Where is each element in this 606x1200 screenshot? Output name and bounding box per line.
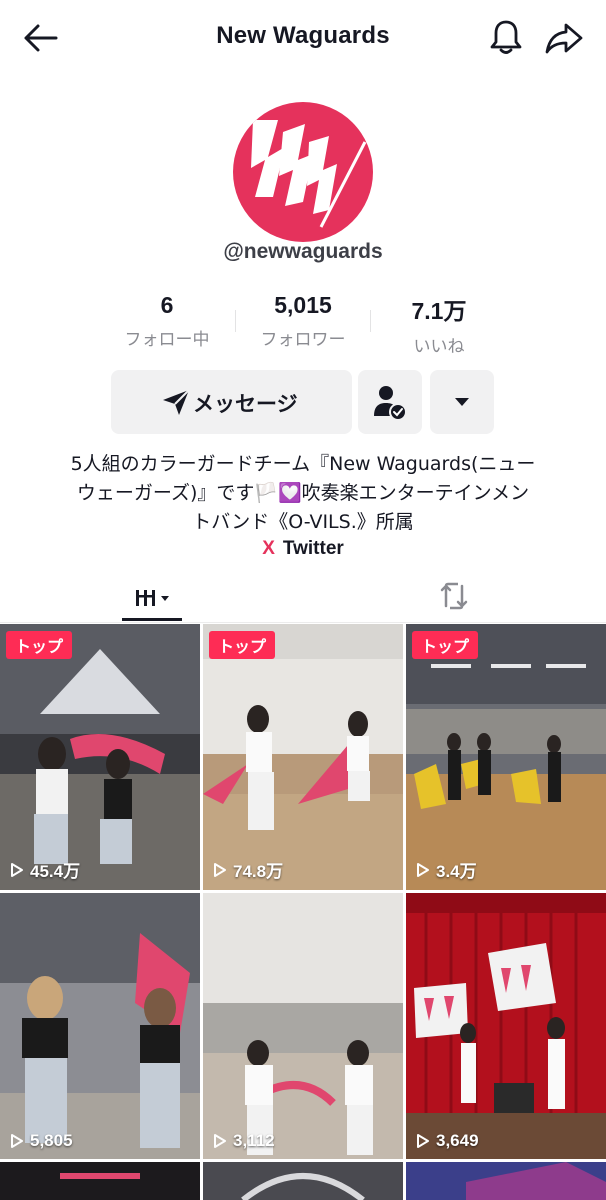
view-count-label: 3.4万 (436, 862, 477, 881)
video-image (0, 1162, 200, 1200)
play-icon (417, 1134, 429, 1148)
video-thumbnail[interactable] (406, 1162, 606, 1200)
twitter-link-label: Twitter (282, 538, 344, 559)
video-image (203, 624, 403, 890)
view-count-label: 45.4万 (30, 862, 81, 881)
view-count: 45.4万 (10, 857, 80, 882)
video-thumbnail[interactable]: トップ 45.4万 (0, 624, 200, 890)
view-count-label: 3,112 (233, 1131, 275, 1150)
active-tab-indicator (122, 618, 182, 621)
stat-following[interactable]: 6 フォロー中 (112, 292, 222, 350)
following-button[interactable] (358, 370, 422, 434)
suggestions-dropdown-button[interactable] (430, 370, 494, 434)
stat-label: フォロワー (260, 330, 346, 350)
video-image (406, 1162, 606, 1200)
twitter-link[interactable]: X Twitter (0, 538, 606, 560)
bio-line: トバンド《O-VILS.》所属 (192, 511, 414, 533)
stat-label: フォロー中 (124, 330, 210, 350)
play-icon (214, 862, 226, 877)
stat-likes[interactable]: 7.1万 いいね (384, 292, 494, 357)
profile-bio: 5人組のカラーガードチーム『New Waguards(ニュー ウェーガーズ)』で… (30, 450, 576, 537)
video-thumbnail[interactable]: 3,649 (406, 893, 606, 1159)
view-count: 3.4万 (416, 857, 477, 882)
play-icon (11, 1134, 23, 1148)
video-image (406, 893, 606, 1159)
avatar[interactable] (233, 102, 373, 242)
user-check-icon (374, 386, 407, 421)
video-thumbnail[interactable]: 3,112 (203, 893, 403, 1159)
video-image (406, 624, 606, 890)
view-count: 5,805 (10, 1131, 73, 1151)
view-count-label: 5,805 (30, 1131, 73, 1150)
video-thumbnail[interactable] (0, 1162, 200, 1200)
brand-logo-icon (251, 120, 367, 228)
video-thumbnail[interactable]: トップ 3.4万 (406, 624, 606, 890)
grid-icon[interactable] (122, 580, 182, 618)
profile-stats: 6 フォロー中 5,015 フォロワー 7.1万 いいね (0, 292, 606, 357)
repost-icon[interactable] (436, 578, 472, 614)
top-badge: トップ (6, 631, 73, 659)
bio-line: ウェーガーズ)』です🏳️💟吹奏楽エンターテインメン (76, 482, 530, 504)
message-button[interactable]: メッセージ (111, 370, 352, 434)
bell-icon[interactable] (488, 18, 524, 56)
view-count-label: 3,649 (436, 1131, 479, 1150)
send-icon (163, 389, 190, 415)
video-thumbnail[interactable]: 5,805 (0, 893, 200, 1159)
profile-tabs (0, 570, 606, 623)
view-count-label: 74.8万 (233, 862, 284, 881)
view-count: 3,649 (416, 1131, 479, 1151)
divider (235, 310, 236, 332)
top-badge: トップ (209, 631, 276, 659)
video-image (203, 1162, 403, 1200)
share-icon[interactable] (544, 20, 584, 56)
caret-down-icon (455, 398, 469, 406)
video-image (0, 624, 200, 890)
view-count: 3,112 (213, 1131, 275, 1151)
view-count: 74.8万 (213, 857, 283, 882)
stat-followers[interactable]: 5,015 フォロワー (248, 292, 358, 350)
top-bar: New Waguards (0, 0, 606, 76)
bio-line: 5人組のカラーガードチーム『New Waguards(ニュー (70, 453, 536, 475)
profile-handle: @newwaguards (223, 240, 383, 263)
stat-value: 5,015 (274, 292, 332, 318)
x-logo-icon: X (262, 538, 275, 559)
video-thumbnail[interactable] (203, 1162, 403, 1200)
top-badge: トップ (412, 631, 479, 659)
stat-value: 6 (160, 292, 174, 318)
video-thumbnail[interactable]: トップ 74.8万 (203, 624, 403, 890)
video-image (0, 893, 200, 1159)
video-image (203, 893, 403, 1159)
play-icon (417, 862, 429, 877)
divider (370, 310, 371, 332)
message-button-label: メッセージ (193, 392, 298, 416)
stat-value: 7.1万 (411, 298, 467, 324)
play-icon (11, 862, 23, 877)
stat-label: いいね (413, 337, 465, 357)
play-icon (214, 1134, 226, 1148)
